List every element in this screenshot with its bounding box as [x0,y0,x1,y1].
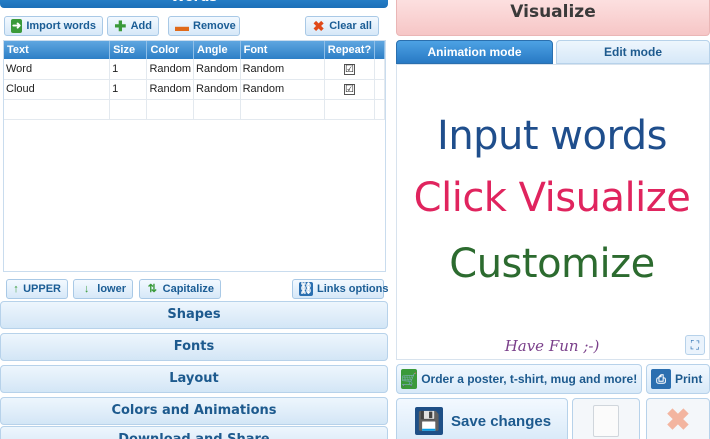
cell-color[interactable]: Random [146,59,195,80]
words-panel: Words ➜ Import words ✚ Add ▬ Remove ✖ Cl… [0,0,388,439]
delete-x-icon: ✖ [665,404,691,437]
print-button[interactable]: ⎙ Print [646,364,710,394]
section-layout[interactable]: Layout [0,365,388,393]
cell-color[interactable] [146,99,195,120]
cell-spacer [374,79,385,100]
add-label: Add [130,20,152,32]
table-row[interactable]: Word 1 Random Random Random ☑ [4,59,385,80]
remove-label: Remove [193,20,236,32]
save-changes-button[interactable]: 💾 Save changes [396,398,568,439]
words-table: Text Size Color Angle Font Repeat? Word … [3,40,386,272]
minus-icon: ▬ [175,18,189,34]
arrow-down-icon: ↓ [83,282,90,295]
column-header-spacer [374,41,385,59]
floppy-disk-icon: 💾 [415,407,443,435]
cell-angle[interactable]: Random [193,59,241,80]
upper-label: UPPER [23,283,61,295]
plus-icon: ✚ [114,18,127,34]
order-merchandise-button[interactable]: 🛒 Order a poster, t-shirt, mug and more! [396,364,642,394]
cell-text[interactable]: Cloud [4,79,111,100]
cell-repeat[interactable]: ☑ [324,59,376,80]
lower-label: lower [97,283,126,295]
preview-panel: Visualize Animation mode Edit mode Input… [396,0,710,439]
cell-repeat[interactable] [324,99,376,120]
import-words-button[interactable]: ➜ Import words [4,16,103,36]
upper-case-button[interactable]: ↑ UPPER [6,279,68,299]
section-colors-animations[interactable]: Colors and Animations [0,397,388,425]
cell-spacer [374,99,385,120]
cell-text[interactable] [4,99,111,120]
import-words-label: Import words [26,20,96,32]
cloud-word-customize: Customize [449,241,655,287]
save-changes-label: Save changes [451,412,552,430]
visualize-button[interactable]: Visualize [396,0,710,36]
tab-animation-mode[interactable]: Animation mode [396,40,553,64]
word-cloud-canvas[interactable]: Input words Click Visualize Customize Ha… [396,64,710,360]
cell-font[interactable]: Random [240,79,325,100]
column-header-angle[interactable]: Angle [193,41,241,59]
cloud-word-input-words: Input words [437,113,667,159]
x-icon: ✖ [312,18,325,34]
order-label: Order a poster, t-shirt, mug and more! [421,372,638,386]
column-header-font[interactable]: Font [240,41,325,59]
column-header-size[interactable]: Size [109,41,148,59]
cell-text[interactable]: Word [4,59,111,80]
cell-font[interactable] [240,99,325,120]
cell-size[interactable]: 1 [109,79,148,100]
tab-edit-mode[interactable]: Edit mode [556,40,710,64]
links-options-button[interactable]: ⛓ Links options [292,279,388,299]
repeat-checkbox[interactable]: ☑ [343,63,355,75]
capitalize-label: Capitalize [162,283,214,295]
words-panel-title[interactable]: Words [0,0,388,8]
repeat-checkbox[interactable]: ☑ [343,84,355,95]
cell-font[interactable]: Random [240,59,325,80]
column-header-color[interactable]: Color [146,41,195,59]
printer-icon: ⎙ [651,369,671,389]
arrows-up-down-icon: ⇅ [147,282,157,295]
arrow-up-icon: ↑ [13,282,19,295]
print-label: Print [675,372,703,386]
table-row-empty[interactable] [4,99,385,120]
cell-spacer [374,59,385,80]
section-shapes[interactable]: Shapes [0,301,388,329]
column-header-repeat[interactable]: Repeat? [324,41,376,59]
add-word-button[interactable]: ✚ Add [107,16,159,36]
cell-angle[interactable]: Random [193,79,241,100]
section-download-share[interactable]: Download and Share [0,426,388,439]
cell-repeat[interactable]: ☑ [324,79,376,100]
new-document-button[interactable] [572,398,640,439]
import-icon: ➜ [11,19,23,33]
fullscreen-icon[interactable]: ⛶ [685,335,705,355]
cloud-word-have-fun: Have Fun ;-) [504,337,600,355]
clear-all-label: Clear all [329,20,372,32]
table-row[interactable]: Cloud 1 Random Random Random ☑ [4,79,385,100]
delete-button[interactable]: ✖ [646,398,710,439]
cell-size[interactable]: 1 [109,59,148,80]
lower-case-button[interactable]: ↓ lower [73,279,133,299]
links-options-label: Links options [316,283,388,295]
shopping-cart-icon: 🛒 [401,369,418,389]
new-document-icon [593,405,619,437]
cell-angle[interactable] [193,99,241,120]
remove-word-button[interactable]: ▬ Remove [168,16,240,36]
link-icon: ⛓ [299,282,313,296]
cloud-word-click-visualize: Click Visualize [413,175,691,221]
capitalize-button[interactable]: ⇅ Capitalize [139,279,221,299]
clear-all-button[interactable]: ✖ Clear all [305,16,379,36]
section-fonts[interactable]: Fonts [0,333,388,361]
column-header-text[interactable]: Text [4,41,111,59]
cell-size[interactable] [109,99,148,120]
table-header-row: Text Size Color Angle Font Repeat? [4,41,385,59]
cell-color[interactable]: Random [146,79,195,100]
